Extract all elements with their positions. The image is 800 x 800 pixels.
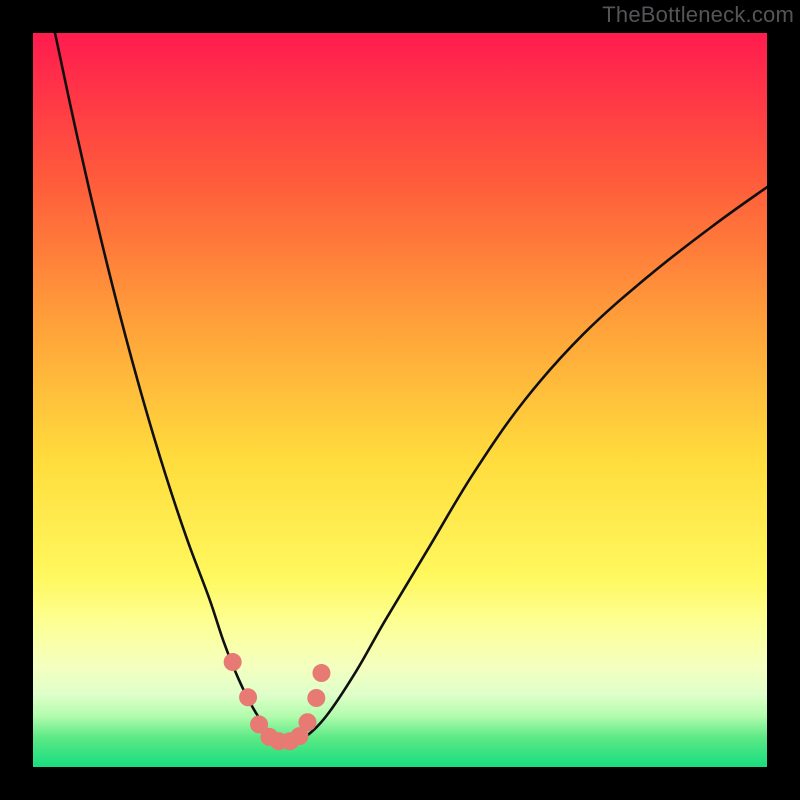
- watermark-text: TheBottleneck.com: [602, 2, 794, 28]
- highlight-point: [224, 653, 242, 671]
- highlight-point: [312, 664, 330, 682]
- highlight-point: [299, 713, 317, 731]
- chart-frame: TheBottleneck.com: [0, 0, 800, 800]
- highlight-point: [239, 688, 257, 706]
- highlight-point: [307, 689, 325, 707]
- plot-area: [33, 33, 767, 767]
- chart-svg: [33, 33, 767, 767]
